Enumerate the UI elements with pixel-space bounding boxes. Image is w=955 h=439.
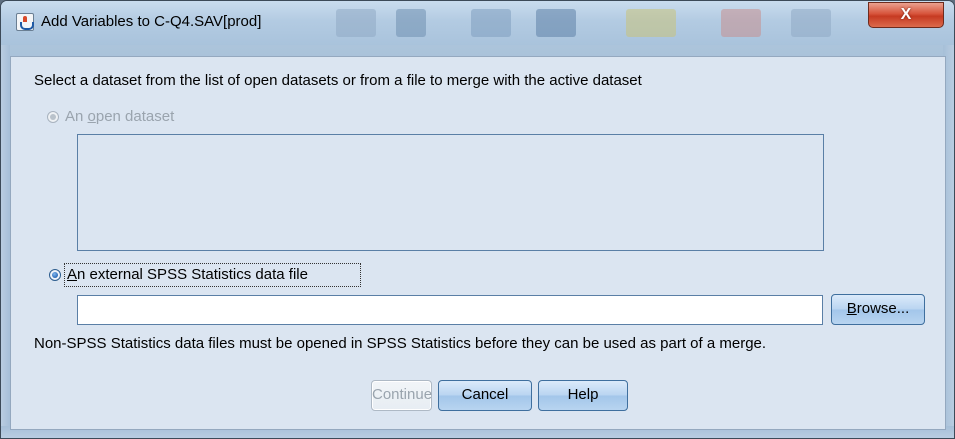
open-dataset-radio[interactable] — [47, 111, 59, 123]
external-file-radio[interactable] — [49, 269, 61, 281]
titlebar-background-decoration — [626, 9, 676, 37]
cancel-button[interactable]: Cancel — [438, 380, 532, 411]
titlebar-background-decoration — [536, 9, 576, 37]
window-title: Add Variables to C-Q4.SAV[prod] — [41, 13, 262, 30]
close-button[interactable]: X — [868, 2, 944, 28]
merge-note-text: Non-SPSS Statistics data files must be o… — [34, 335, 767, 352]
open-dataset-label-pre: An — [65, 108, 88, 125]
titlebar-background-decoration — [791, 9, 831, 37]
open-datasets-list[interactable] — [77, 134, 824, 251]
dialog-window: Add Variables to C-Q4.SAV[prod] X Select… — [0, 0, 955, 439]
window-border-left — [1, 45, 10, 438]
close-icon: X — [900, 6, 912, 23]
java-app-icon[interactable] — [16, 13, 34, 31]
file-path-input[interactable] — [77, 295, 823, 325]
browse-button[interactable]: Browse... — [831, 294, 925, 325]
open-dataset-label: An open dataset — [65, 108, 174, 126]
title-bar[interactable]: Add Variables to C-Q4.SAV[prod] X — [1, 1, 954, 45]
help-button[interactable]: Help — [538, 380, 628, 411]
external-file-mnemonic: A — [67, 266, 78, 283]
titlebar-background-decoration — [721, 9, 761, 37]
external-file-label-post: n external SPSS Statistics data file — [77, 266, 308, 283]
open-dataset-label-post: pen dataset — [95, 108, 175, 125]
external-file-label[interactable]: An external SPSS Statistics data file — [67, 266, 308, 284]
titlebar-background-decoration — [396, 9, 426, 37]
browse-mnemonic: B — [846, 300, 857, 317]
titlebar-background-decoration — [336, 9, 376, 37]
continue-button[interactable]: Continue — [371, 380, 432, 411]
instruction-text: Select a dataset from the list of open d… — [34, 72, 642, 89]
browse-label-post: rowse... — [856, 300, 910, 317]
open-dataset-mnemonic: o — [87, 108, 96, 125]
titlebar-background-decoration — [471, 9, 511, 37]
